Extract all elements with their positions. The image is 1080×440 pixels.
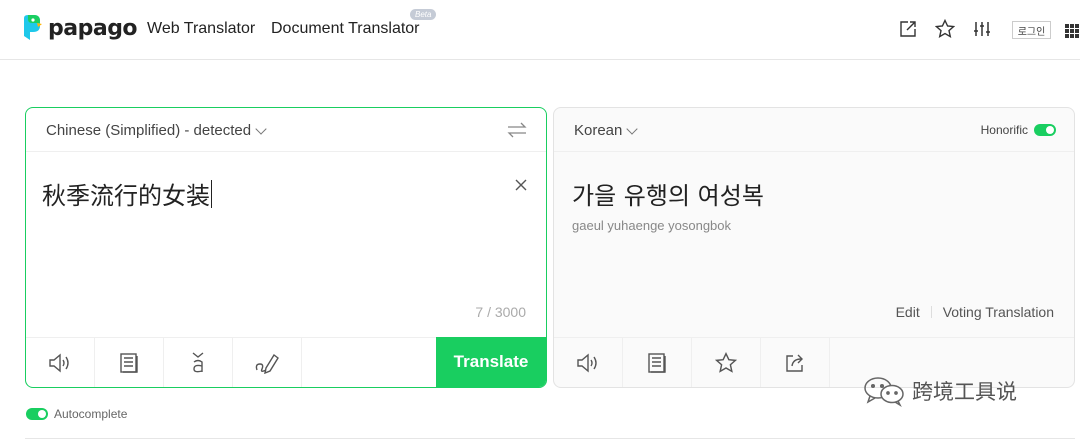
autocomplete-toggle[interactable]: Autocomplete — [26, 407, 127, 421]
character-counter: 7 / 3000 — [475, 304, 526, 320]
favorite-star-icon[interactable] — [692, 338, 761, 387]
source-language-label: Chinese (Simplified) - detected — [46, 122, 252, 139]
target-language-bar: Korean Honorific — [554, 108, 1074, 152]
apps-grid-icon[interactable] — [1065, 24, 1079, 38]
clear-text-icon[interactable] — [514, 178, 528, 192]
dictionary-icon[interactable] — [95, 338, 164, 387]
target-language-label: Korean — [574, 122, 623, 139]
honorific-switch[interactable] — [1034, 124, 1056, 136]
divider — [930, 306, 932, 318]
wechat-icon — [864, 377, 904, 407]
text-caret — [211, 179, 212, 208]
chevron-down-icon — [626, 122, 639, 135]
honorific-label: Honorific — [980, 123, 1028, 137]
star-icon[interactable] — [934, 18, 956, 40]
chevron-down-icon — [255, 122, 267, 135]
papago-logo[interactable]: papago — [20, 14, 138, 42]
new-window-icon[interactable] — [897, 18, 919, 40]
autocomplete-switch[interactable] — [26, 408, 48, 420]
edit-link[interactable]: Edit — [896, 304, 920, 320]
translated-text: 가을 유행의 여성복 — [572, 182, 764, 210]
source-speaker-icon[interactable] — [26, 338, 95, 387]
target-language-select[interactable]: Korean — [574, 122, 639, 139]
parrot-logo-icon — [24, 15, 42, 40]
divider — [25, 438, 1075, 439]
logo-wordmark: papago — [48, 15, 138, 41]
nav-web-translator[interactable]: Web Translator — [147, 20, 255, 38]
login-button[interactable]: 로그인 — [1012, 21, 1051, 39]
watermark: 跨境工具说 — [862, 375, 1017, 407]
target-panel: Korean Honorific 가을 유행의 여성복 gaeul yuhaen… — [553, 107, 1075, 388]
share-icon[interactable] — [761, 338, 830, 387]
romanization-text: gaeul yuhaenge yosongbok — [572, 218, 732, 233]
target-speaker-icon[interactable] — [554, 338, 623, 387]
source-language-bar: Chinese (Simplified) - detected — [26, 108, 546, 152]
nav-document-translator[interactable]: Document Translator — [271, 20, 420, 38]
source-text: 秋季流行的女装 — [42, 182, 210, 210]
watermark-text: 跨境工具说 — [912, 380, 1017, 404]
pinyin-icon[interactable] — [164, 338, 233, 387]
translate-button[interactable]: Translate — [436, 337, 546, 387]
autocomplete-label: Autocomplete — [54, 407, 128, 421]
equalizer-icon[interactable] — [971, 18, 993, 40]
source-text-input[interactable]: 秋季流行的女装 — [42, 176, 212, 211]
source-panel: Chinese (Simplified) - detected 秋季流行的女装 … — [25, 107, 547, 388]
source-language-select[interactable]: Chinese (Simplified) - detected — [46, 122, 267, 139]
beta-badge: Beta — [410, 9, 437, 20]
top-header: papago Web Translator Document Translato… — [0, 0, 1080, 60]
swap-languages-icon[interactable] — [506, 120, 528, 140]
target-actions: Edit Voting Translation — [896, 304, 1054, 320]
voting-translation-link[interactable]: Voting Translation — [943, 304, 1054, 320]
target-dictionary-icon[interactable] — [623, 338, 692, 387]
handwriting-icon[interactable] — [233, 338, 302, 387]
honorific-toggle[interactable]: Honorific — [981, 123, 1056, 137]
